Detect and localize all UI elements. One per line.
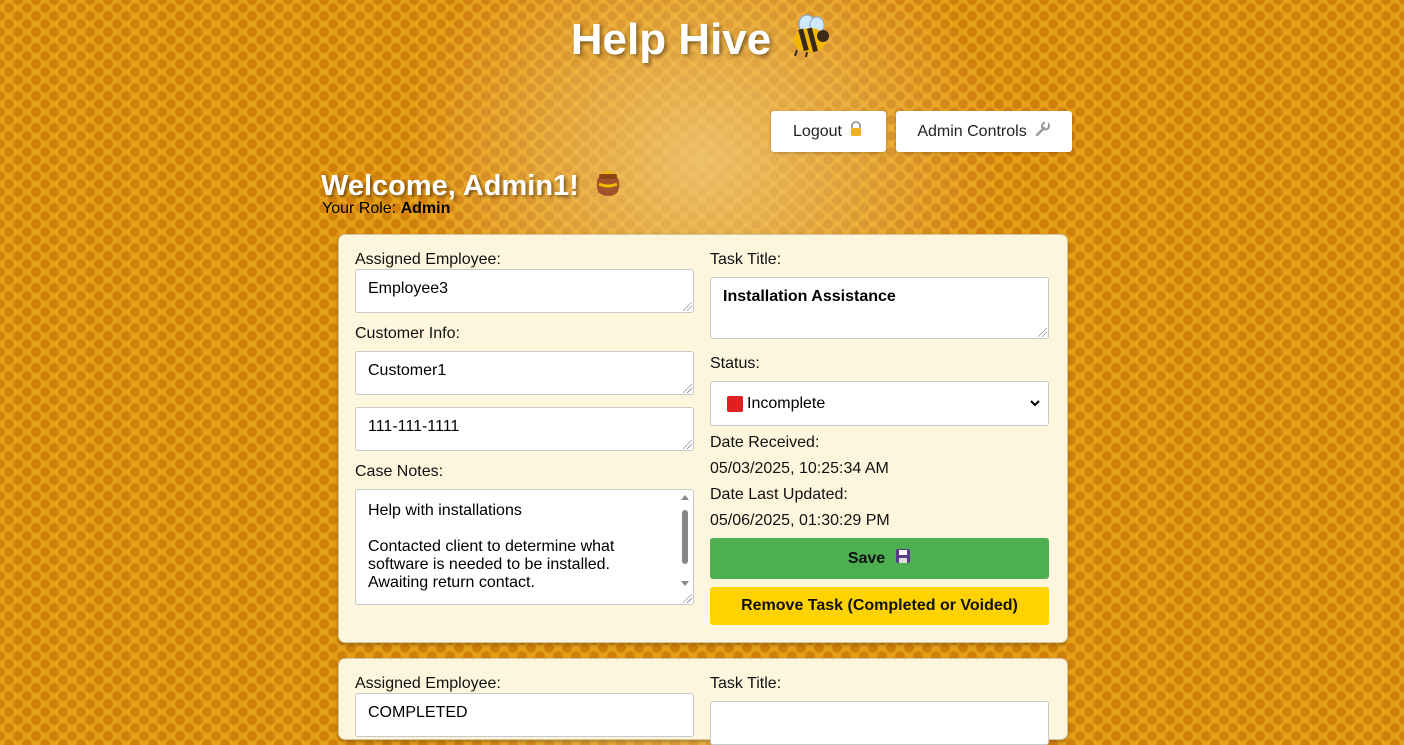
- task-card: Assigned Employee: Employee3 Customer In…: [338, 234, 1068, 643]
- assigned-employee-label: Assigned Employee:: [355, 675, 501, 692]
- honey-pot-icon: [593, 166, 623, 206]
- assigned-employee-label: Assigned Employee:: [355, 251, 501, 268]
- customer-name-field[interactable]: Customer1: [355, 351, 694, 395]
- case-notes-field[interactable]: Help with installations Contacted client…: [355, 489, 694, 605]
- save-button[interactable]: Save: [710, 538, 1049, 579]
- date-updated-label: Date Last Updated:: [710, 486, 848, 503]
- lock-icon: [848, 121, 864, 142]
- app-title-text: Help Hive: [570, 15, 772, 64]
- customer-info-label: Customer Info:: [355, 325, 460, 342]
- status-label: Status:: [710, 355, 760, 372]
- date-received-label: Date Received:: [710, 434, 820, 451]
- bee-icon: [787, 14, 833, 69]
- admin-controls-label: Admin Controls: [917, 122, 1027, 140]
- task-title-value: Installation Assistance: [723, 288, 896, 305]
- notes-scrollbar[interactable]: [679, 492, 691, 604]
- remove-task-button[interactable]: Remove Task (Completed or Voided): [710, 587, 1049, 625]
- logout-button[interactable]: Logout: [771, 111, 886, 152]
- task-title-label: Task Title:: [710, 675, 782, 692]
- resize-handle-icon[interactable]: [683, 302, 692, 311]
- save-label: Save: [847, 549, 886, 567]
- task-title-field[interactable]: [710, 701, 1049, 745]
- role-label: Your Role:: [322, 200, 397, 217]
- date-updated-value: 05/06/2025, 01:30:29 PM: [710, 512, 890, 529]
- customer-name-value: Customer1: [368, 362, 447, 379]
- customer-phone-value: 111-111-1111: [368, 418, 460, 435]
- resize-handle-icon[interactable]: [683, 384, 692, 393]
- role-value: Admin: [400, 200, 451, 217]
- task-card: Assigned Employee: COMPLETED Task Title:: [338, 658, 1068, 745]
- chevron-down-icon: [1028, 394, 1042, 417]
- resize-handle-icon[interactable]: [683, 440, 692, 449]
- assigned-employee-field[interactable]: COMPLETED: [355, 693, 694, 737]
- status-value: Incomplete: [747, 394, 826, 412]
- floppy-disk-icon: [895, 548, 911, 569]
- red-square-icon: [727, 395, 743, 412]
- resize-handle-icon[interactable]: [683, 594, 692, 603]
- assigned-employee-value: COMPLETED: [368, 704, 468, 721]
- assigned-employee-field[interactable]: Employee3: [355, 269, 694, 313]
- app-title: Help Hive: [0, 14, 1404, 69]
- task-title-field[interactable]: Installation Assistance: [710, 277, 1049, 339]
- wrench-icon: [1033, 120, 1051, 143]
- date-received-value: 05/03/2025, 10:25:34 AM: [710, 460, 889, 477]
- customer-phone-field[interactable]: 111-111-1111: [355, 407, 694, 451]
- case-notes-label: Case Notes:: [355, 463, 444, 480]
- assigned-employee-value: Employee3: [368, 280, 449, 297]
- case-notes-value: Help with installations Contacted client…: [368, 502, 615, 591]
- task-title-label: Task Title:: [710, 251, 782, 268]
- resize-handle-icon[interactable]: [1038, 328, 1047, 337]
- welcome-text: Welcome, Admin1!: [321, 169, 579, 202]
- role-line: Your Role: Admin: [322, 200, 450, 218]
- status-select[interactable]: Incomplete: [710, 381, 1049, 426]
- logout-label: Logout: [793, 122, 842, 140]
- admin-controls-button[interactable]: Admin Controls: [896, 111, 1072, 152]
